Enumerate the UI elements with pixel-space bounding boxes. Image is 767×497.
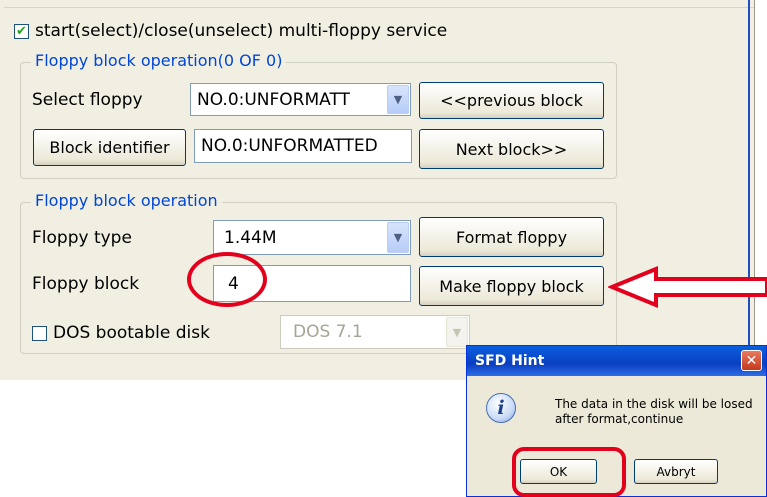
dos-version-combo: DOS 7.1 ▼ <box>280 315 470 349</box>
format-floppy-button[interactable]: Format floppy <box>419 217 604 257</box>
checkbox-checked-icon[interactable]: ✔ <box>14 23 29 39</box>
floppy-block-label: Floppy block <box>32 274 140 294</box>
info-icon: i <box>486 393 516 423</box>
floppy-type-label: Floppy type <box>32 228 132 248</box>
dialog-title: SFD Hint <box>475 353 545 369</box>
close-icon[interactable]: ✕ <box>741 350 762 371</box>
settings-panel: ✔ start(select)/close(unselect) multi-fl… <box>0 0 755 380</box>
chevron-down-icon: ▼ <box>446 317 468 347</box>
dialog-message: The data in the disk will be losed after… <box>555 397 753 427</box>
red-arrow-icon <box>608 266 767 308</box>
block-identifier-button[interactable]: Block identifier <box>33 129 186 166</box>
dialog-message-line-2: after format,continue <box>555 412 684 426</box>
previous-block-button[interactable]: <<previous block <box>419 82 604 119</box>
floppy-type-combo[interactable]: 1.44M ▼ <box>213 220 411 255</box>
select-floppy-value: NO.0:UNFORMATT <box>197 89 350 110</box>
annotation-circle-ok <box>512 447 626 497</box>
dos-bootable-label: DOS bootable disk <box>53 323 210 343</box>
dialog-titlebar[interactable]: SFD Hint ✕ <box>467 346 766 376</box>
dos-bootable-toggle[interactable]: DOS bootable disk <box>32 323 210 343</box>
chevron-down-icon[interactable]: ▼ <box>387 222 409 253</box>
service-toggle-label: start(select)/close(unselect) multi-flop… <box>35 21 448 41</box>
make-floppy-block-button[interactable]: Make floppy block <box>419 266 604 306</box>
block-identifier-field[interactable]: NO.0:UNFORMATTED <box>194 129 412 163</box>
select-floppy-label: Select floppy <box>32 90 143 110</box>
dos-version-value: DOS 7.1 <box>293 322 363 342</box>
dialog-message-line-1: The data in the disk will be losed <box>555 397 753 411</box>
block-group-legend: Floppy block operation(0 OF 0) <box>31 51 287 70</box>
cancel-button[interactable]: Avbryt <box>634 459 718 484</box>
select-floppy-combo[interactable]: NO.0:UNFORMATT ▼ <box>190 83 411 116</box>
service-toggle[interactable]: ✔ start(select)/close(unselect) multi-fl… <box>14 20 447 42</box>
annotation-circle-floppy-block <box>187 252 267 307</box>
next-block-button[interactable]: Next block>> <box>419 129 604 169</box>
chevron-down-icon[interactable]: ▼ <box>387 85 409 114</box>
floppy-type-value: 1.44M <box>224 227 277 248</box>
operation-group-legend: Floppy block operation <box>31 191 222 210</box>
block-identifier-value: NO.0:UNFORMATTED <box>201 136 378 156</box>
top-divider <box>4 7 754 8</box>
checkbox-unchecked-icon[interactable] <box>32 325 47 341</box>
window-edge <box>748 0 750 380</box>
